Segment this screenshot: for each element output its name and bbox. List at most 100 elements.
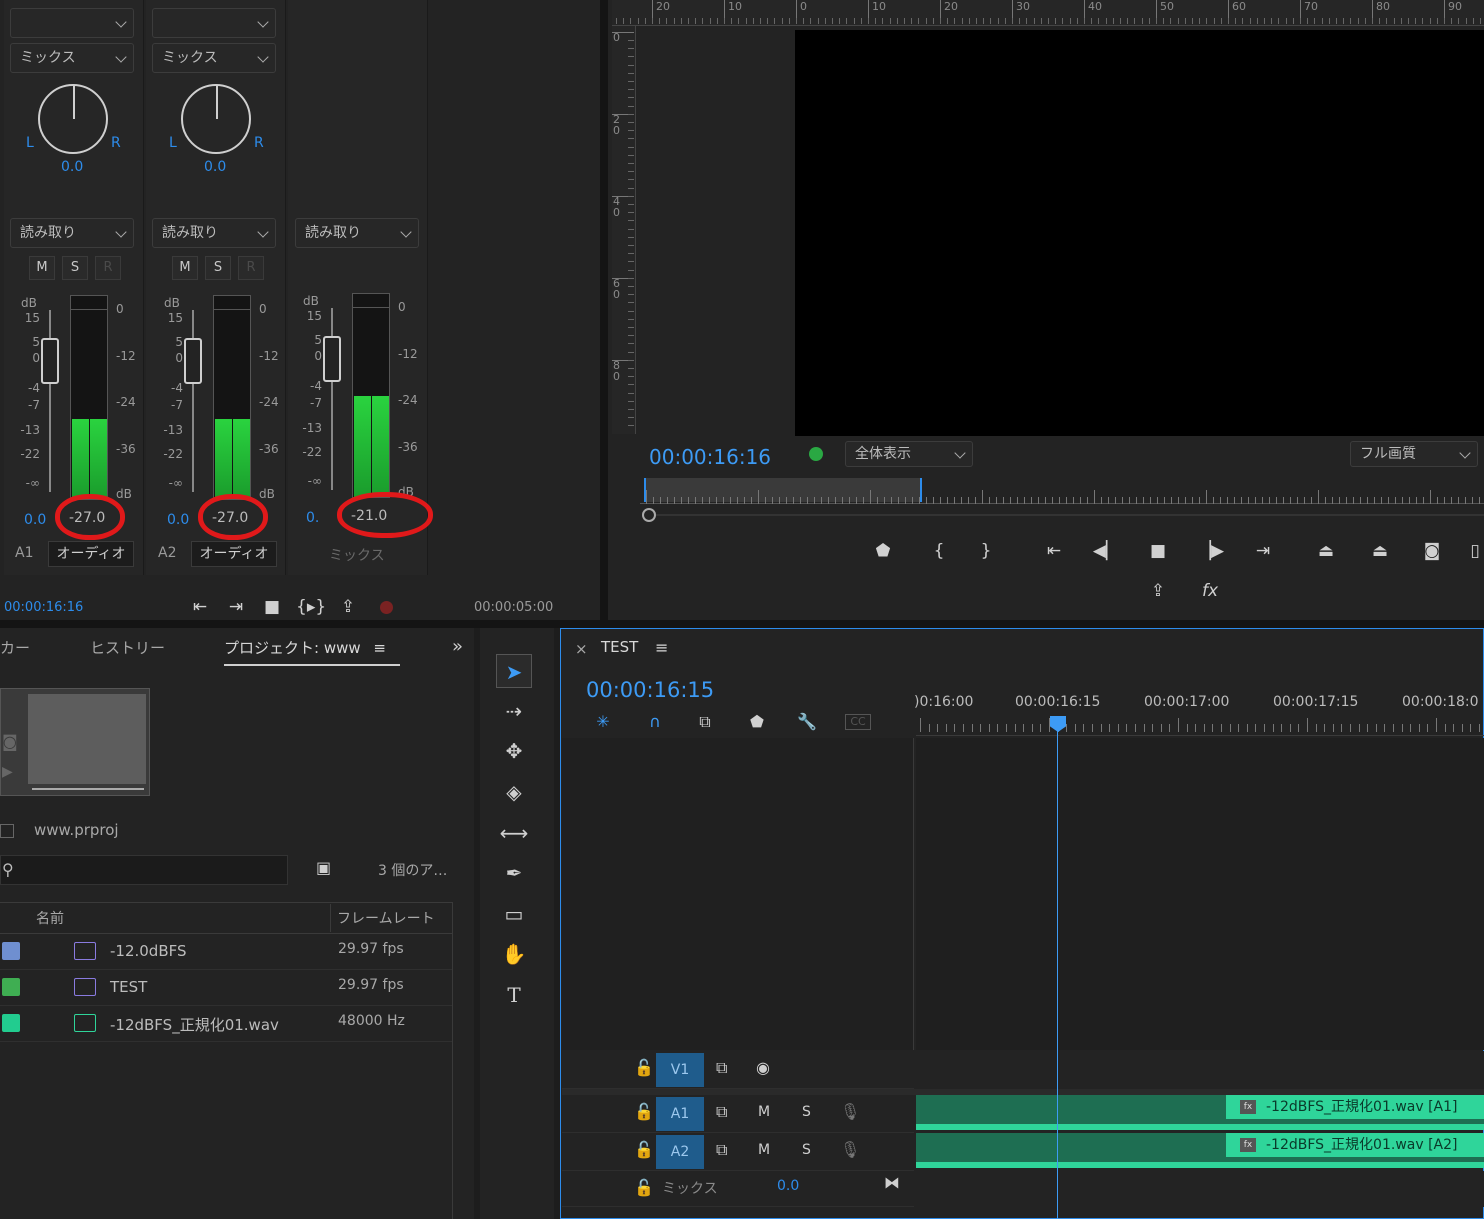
a2-mute-button[interactable]: M bbox=[172, 256, 198, 280]
goto-in-icon[interactable]: ⇤ bbox=[1040, 538, 1068, 564]
playhead-line[interactable] bbox=[1057, 730, 1058, 1219]
mixer-loop-icon[interactable]: ⇪ bbox=[334, 594, 362, 620]
add-marker-timeline-icon[interactable]: ⬟ bbox=[744, 710, 770, 734]
nest-toggle-icon[interactable]: ✳ bbox=[590, 710, 616, 734]
project-list-item[interactable]: -12dBFS_正規化01.wav 48000 Hz bbox=[0, 1006, 452, 1042]
quality-dropdown[interactable]: フル画質 bbox=[1350, 441, 1478, 467]
mix-volume-value[interactable]: 0. bbox=[306, 510, 319, 526]
mix-collapse-icon[interactable]: ⧓ bbox=[884, 1173, 900, 1192]
mark-out-icon[interactable]: } bbox=[972, 538, 1000, 564]
project-list-item[interactable]: -12.0dBFS 29.97 fps bbox=[0, 934, 452, 970]
v1-sync-lock-icon[interactable]: ⧉ bbox=[716, 1058, 727, 1078]
v1-lock-icon[interactable]: 🔓 bbox=[634, 1058, 654, 1077]
mix-lock-icon[interactable]: 🔓 bbox=[634, 1178, 654, 1197]
tab-history[interactable]: ヒストリー bbox=[90, 637, 165, 658]
razor-tool-icon[interactable]: ◈ bbox=[496, 775, 532, 809]
clip-a1-volume-line[interactable] bbox=[916, 1124, 1484, 1130]
overflow-icon[interactable]: » bbox=[452, 636, 463, 657]
extract-icon[interactable]: ⏏ bbox=[1366, 538, 1394, 564]
a2-pan-knob[interactable] bbox=[181, 84, 251, 154]
monitor-scroll-handle[interactable] bbox=[642, 508, 656, 522]
ripple-edit-tool-icon[interactable]: ✥ bbox=[496, 734, 532, 768]
monitor-timecode[interactable]: 00:00:16:16 bbox=[649, 445, 771, 469]
mark-in-icon[interactable]: { bbox=[925, 538, 953, 564]
a2-solo-track[interactable]: S bbox=[802, 1142, 811, 1158]
a1-voiceover-mic-icon[interactable]: 🎙 bbox=[840, 1102, 860, 1121]
rectangle-tool-icon[interactable]: ▭ bbox=[496, 897, 532, 931]
a2-lock-icon[interactable]: 🔓 bbox=[634, 1140, 654, 1159]
a2-mute-track[interactable]: M bbox=[758, 1142, 770, 1158]
col-framerate-header[interactable]: フレームレート bbox=[337, 908, 435, 928]
captions-icon[interactable]: CC bbox=[845, 714, 871, 730]
a1-volume-value[interactable]: 0.0 bbox=[24, 512, 46, 528]
a1-target-button[interactable]: A1 bbox=[656, 1097, 704, 1131]
sequence-tab[interactable]: TEST bbox=[601, 638, 638, 656]
mix-track-value[interactable]: 0.0 bbox=[777, 1178, 799, 1194]
type-tool-icon[interactable]: T bbox=[496, 978, 532, 1012]
mix-volume-fader[interactable] bbox=[323, 336, 341, 382]
a1-volume-fader[interactable] bbox=[41, 338, 59, 384]
a1-routing-dropdown[interactable]: ミックス bbox=[10, 43, 134, 73]
snap-icon[interactable]: ∩ bbox=[642, 710, 668, 734]
stop-icon[interactable]: ■ bbox=[1144, 538, 1172, 564]
add-marker-icon[interactable]: ⬟ bbox=[869, 538, 897, 564]
a2-volume-value[interactable]: 0.0 bbox=[167, 512, 189, 528]
a1-channel-name[interactable]: オーディオ bbox=[48, 541, 134, 567]
mixer-goto-out-icon[interactable]: ⇥ bbox=[222, 594, 250, 620]
clip-a1-label[interactable]: fx -12dBFS_正規化01.wav [A1] bbox=[1226, 1095, 1484, 1119]
clip-a2-label[interactable]: fx -12dBFS_正規化01.wav [A2] bbox=[1226, 1133, 1484, 1157]
close-tab-icon[interactable]: × bbox=[575, 640, 588, 658]
a1-mute-track[interactable]: M bbox=[758, 1104, 770, 1120]
a2-routing-dropdown[interactable]: ミックス bbox=[152, 43, 276, 73]
play-thumbnail-icon[interactable]: ▶ bbox=[2, 764, 13, 780]
timeline-timecode[interactable]: 00:00:16:15 bbox=[586, 678, 714, 702]
a2-target-button[interactable]: A2 bbox=[656, 1135, 704, 1169]
linked-selection-icon[interactable]: ⧉ bbox=[692, 710, 718, 734]
project-list-item[interactable]: TEST 29.97 fps bbox=[0, 970, 452, 1006]
v1-target-button[interactable]: V1 bbox=[656, 1053, 704, 1087]
a2-channel-name[interactable]: オーディオ bbox=[191, 541, 277, 567]
a1-input-dropdown[interactable] bbox=[10, 8, 134, 38]
fx-icon[interactable]: fx bbox=[1196, 578, 1224, 604]
a1-pan-knob[interactable] bbox=[38, 84, 108, 154]
goto-out-icon[interactable]: ⇥ bbox=[1249, 538, 1277, 564]
zoom-fit-dropdown[interactable]: 全体表示 bbox=[845, 441, 973, 467]
mix-automation-dropdown[interactable]: 読み取り bbox=[295, 218, 419, 248]
mixer-record-icon[interactable] bbox=[380, 601, 393, 614]
a1-automation-dropdown[interactable]: 読み取り bbox=[10, 218, 134, 248]
a2-sync-lock-icon[interactable]: ⧉ bbox=[716, 1140, 727, 1160]
label-color-swatch[interactable] bbox=[2, 1014, 20, 1032]
preview-thumbnail[interactable] bbox=[28, 694, 146, 784]
a2-voiceover-mic-icon[interactable]: 🎙 bbox=[840, 1140, 860, 1159]
poster-frame-icon[interactable]: ◙ bbox=[2, 732, 18, 751]
tab-markers[interactable]: カー bbox=[0, 637, 30, 658]
a1-solo-button[interactable]: S bbox=[62, 256, 88, 280]
mixer-goto-in-icon[interactable]: ⇤ bbox=[186, 594, 214, 620]
tab-project[interactable]: プロジェクト: www ≡ bbox=[224, 637, 400, 666]
export-icon[interactable]: ⇪ bbox=[1144, 578, 1172, 604]
col-name-header[interactable]: 名前 bbox=[36, 908, 64, 928]
step-forward-icon[interactable]: ▕▶ bbox=[1197, 538, 1225, 564]
project-search-input[interactable] bbox=[0, 855, 288, 885]
mixer-play-inout-icon[interactable]: {▸} bbox=[296, 594, 326, 620]
comparison-view-icon[interactable]: ▯ bbox=[1466, 538, 1484, 564]
step-back-icon[interactable]: ◀▏ bbox=[1092, 538, 1120, 564]
selection-tool-icon[interactable]: ➤ bbox=[496, 654, 532, 688]
mixer-timecode[interactable]: 00:00:16:16 bbox=[4, 600, 83, 615]
new-bin-search-icon[interactable]: ▣ bbox=[316, 858, 331, 877]
lift-icon[interactable]: ⏏ bbox=[1312, 538, 1340, 564]
a2-record-button[interactable]: R bbox=[238, 256, 264, 280]
pen-tool-icon[interactable]: ✒ bbox=[496, 856, 532, 890]
panel-menu-icon[interactable]: ≡ bbox=[373, 639, 386, 657]
a1-pan-value[interactable]: 0.0 bbox=[61, 159, 83, 175]
timeline-menu-icon[interactable]: ≡ bbox=[655, 638, 668, 657]
label-color-swatch[interactable] bbox=[2, 942, 20, 960]
a1-solo-track[interactable]: S bbox=[802, 1104, 811, 1120]
thumbnail-scrub-line[interactable] bbox=[32, 788, 144, 790]
a2-pan-value[interactable]: 0.0 bbox=[204, 159, 226, 175]
a2-input-dropdown[interactable] bbox=[152, 8, 276, 38]
video-preview[interactable] bbox=[795, 30, 1484, 436]
a2-automation-dropdown[interactable]: 読み取り bbox=[152, 218, 276, 248]
a1-record-button[interactable]: R bbox=[95, 256, 121, 280]
mixer-stop-icon[interactable]: ■ bbox=[258, 594, 286, 620]
